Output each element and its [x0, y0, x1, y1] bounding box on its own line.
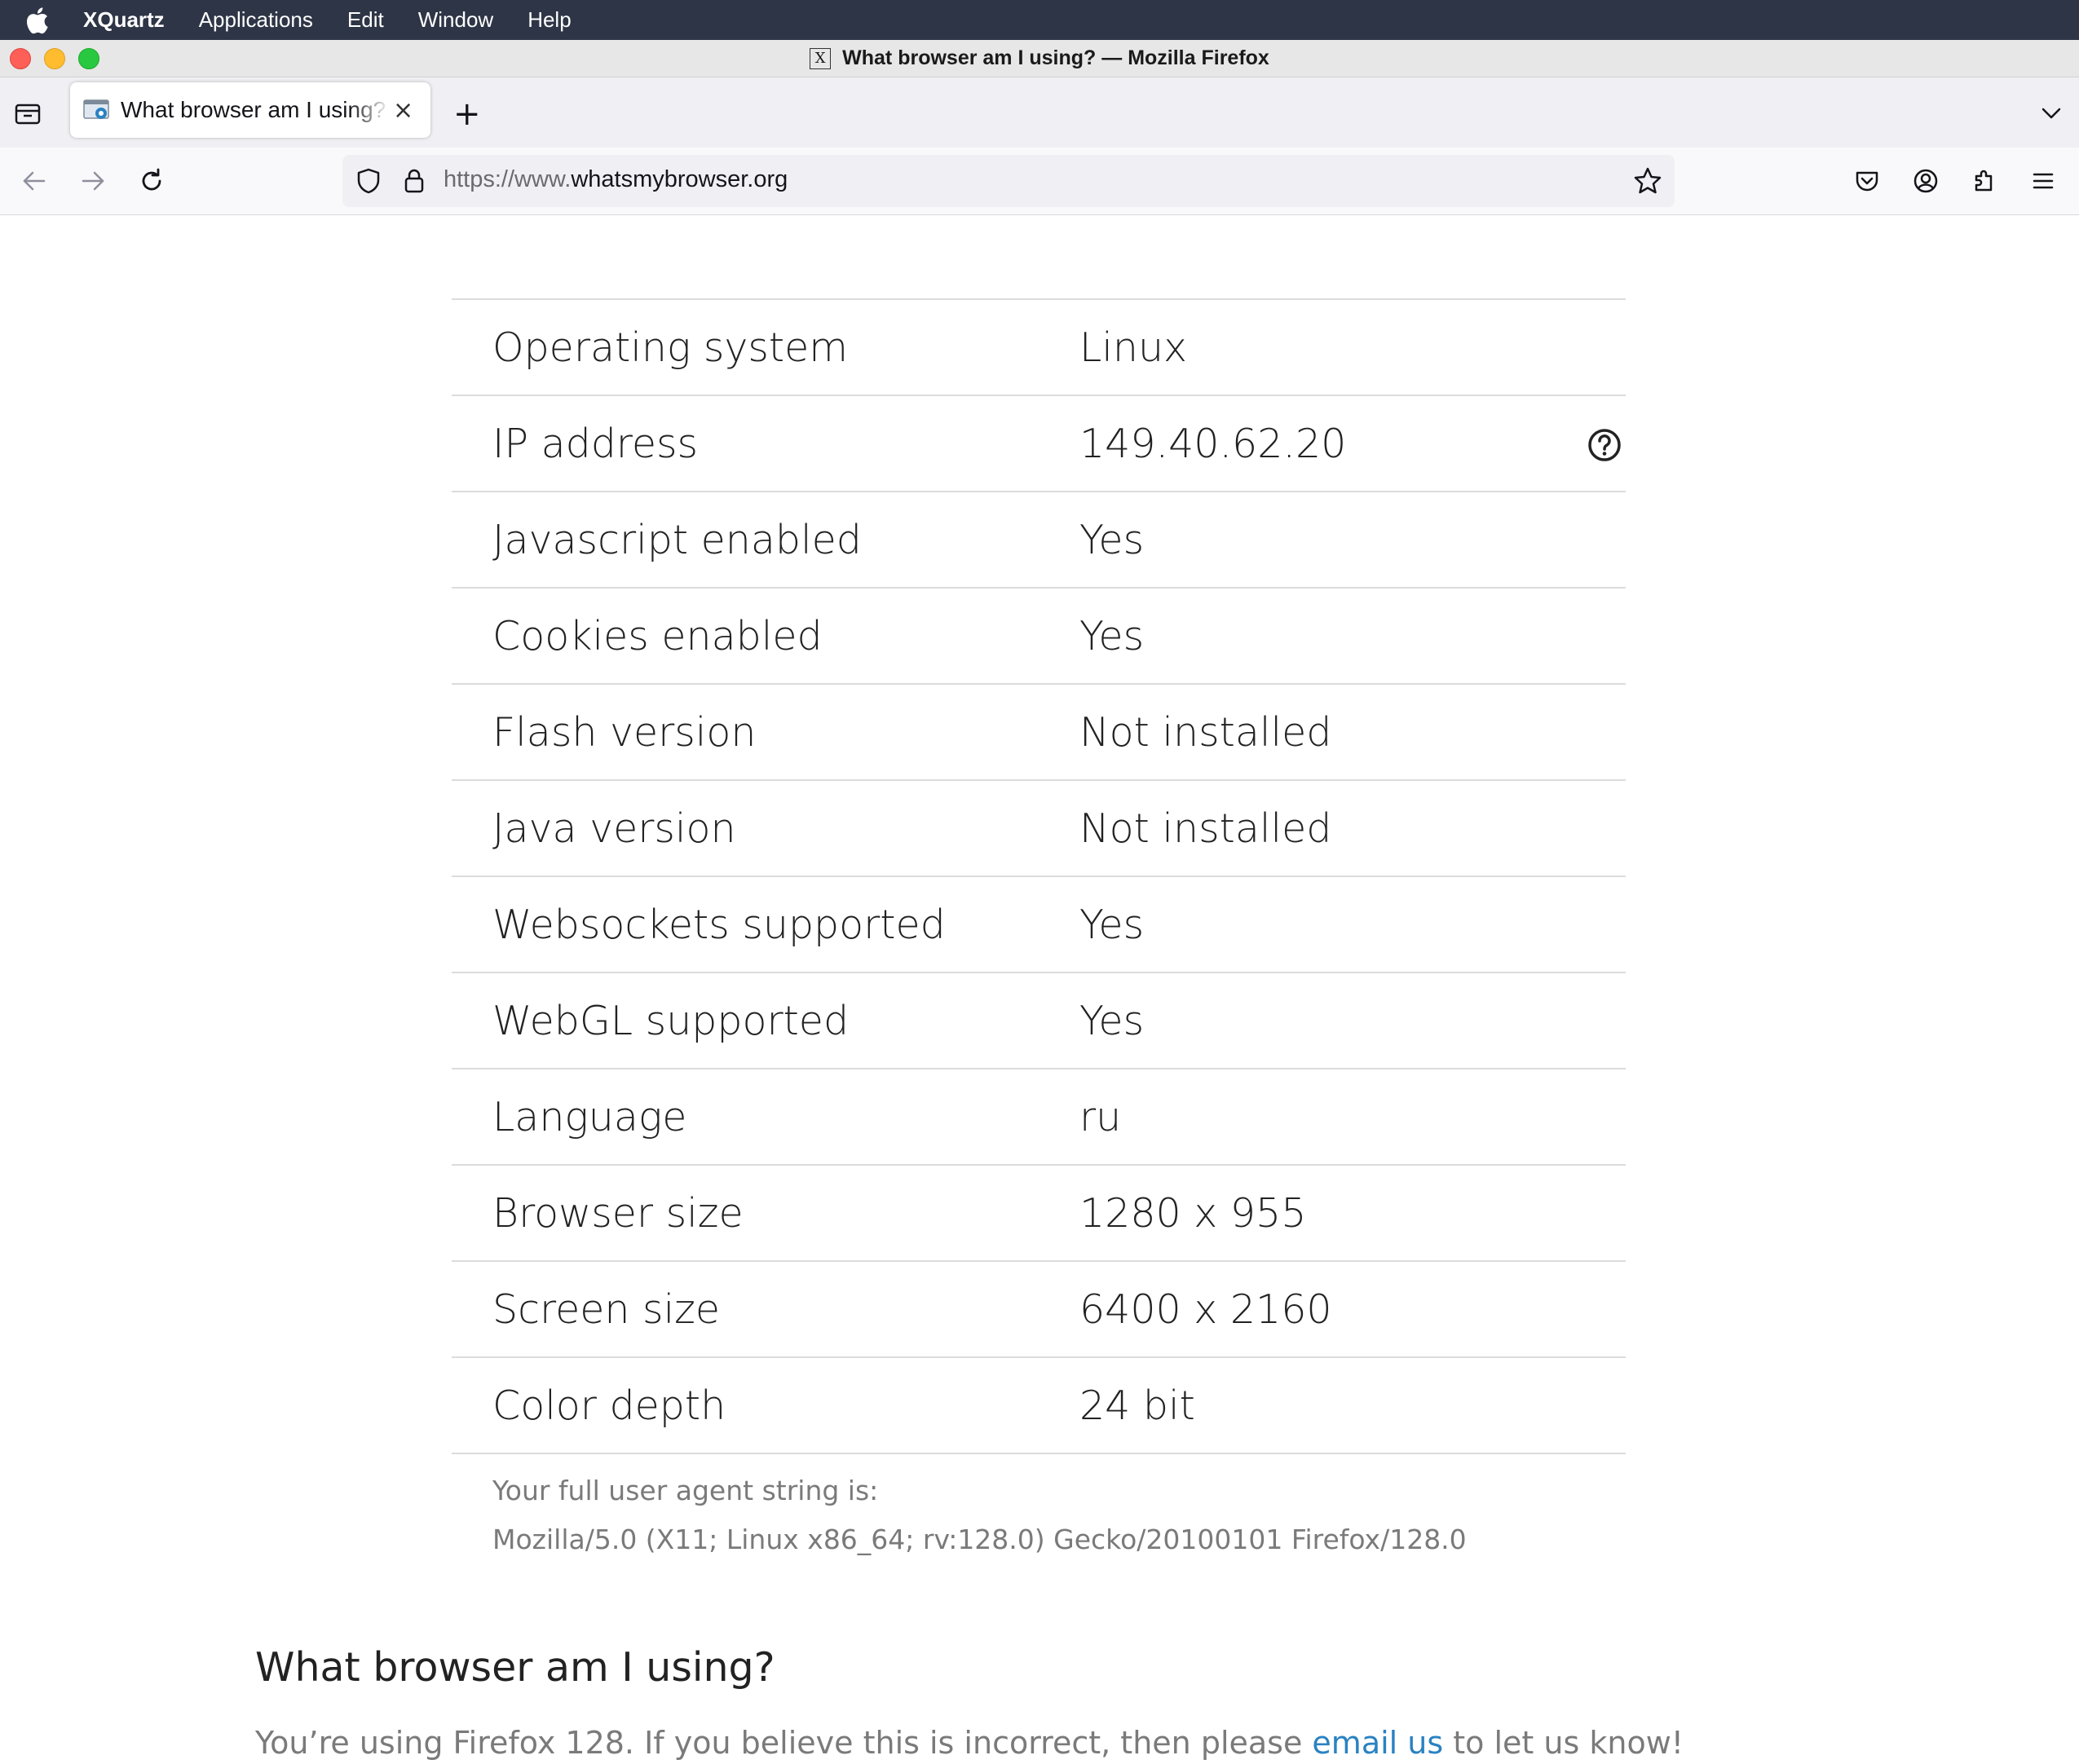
x11-app-icon: X [810, 47, 832, 69]
row-label: Java version [492, 805, 736, 852]
row-value: ru [1079, 1094, 1122, 1140]
table-row: Cookies enabled Yes [452, 589, 1626, 685]
table-row: Operating system Linux [452, 300, 1626, 396]
email-us-link[interactable]: email us [1312, 1725, 1443, 1761]
pocket-icon[interactable] [1851, 165, 1883, 197]
maximize-window-button[interactable] [78, 48, 99, 69]
table-row: Language ru [452, 1069, 1626, 1166]
row-label: Websockets supported [492, 902, 946, 948]
row-label: Cookies enabled [492, 613, 823, 659]
navigation-toolbar: https://www.whatsmybrowser.org [0, 148, 2079, 215]
table-row: Flash version Not installed [452, 685, 1626, 781]
question-help-icon[interactable] [1587, 427, 1622, 463]
menu-window[interactable]: Window [418, 7, 493, 33]
window-title-bar: X What browser am I using? — Mozilla Fir… [0, 40, 2079, 77]
menu-applications[interactable]: Applications [199, 7, 313, 33]
row-value: 149.40.62.20 [1079, 421, 1347, 467]
row-label: Language [492, 1094, 687, 1140]
tracking-protection-shield-icon[interactable] [354, 166, 383, 196]
row-label: Javascript enabled [492, 517, 862, 563]
row-value: 6400 x 2160 [1079, 1286, 1332, 1333]
menu-help[interactable]: Help [527, 7, 571, 33]
paragraph-text-before: You’re using Firefox 128. If you believe… [255, 1725, 1313, 1761]
back-arrow-icon[interactable] [18, 165, 51, 197]
url-domain: whatsmybrowser.org [571, 166, 788, 192]
row-value: Linux [1079, 324, 1188, 371]
url-text[interactable]: https://www.whatsmybrowser.org [444, 166, 788, 193]
table-row: Java version Not installed [452, 781, 1626, 877]
row-value: Yes [1079, 998, 1145, 1044]
paragraph-text-after: to let us know! [1443, 1725, 1684, 1761]
row-label: IP address [492, 421, 699, 467]
row-label: Operating system [492, 324, 848, 371]
address-bar[interactable]: https://www.whatsmybrowser.org [342, 155, 1675, 207]
window-controls [10, 48, 99, 69]
user-agent-string: Mozilla/5.0 (X11; Linux x86_64; rv:128.0… [492, 1524, 1467, 1555]
row-value: Yes [1079, 902, 1145, 948]
row-value: Not installed [1079, 709, 1332, 756]
tab-whats-my-browser[interactable]: What browser am I using? × [70, 82, 430, 138]
table-row: Javascript enabled Yes [452, 492, 1626, 589]
apple-logo-icon[interactable] [24, 4, 57, 37]
minimize-window-button[interactable] [44, 48, 65, 69]
row-value: 1280 x 955 [1079, 1190, 1307, 1237]
tab-title: What browser am I using? [121, 97, 386, 122]
extensions-puzzle-icon[interactable] [1968, 165, 2001, 197]
reload-icon[interactable] [135, 165, 168, 197]
row-label: Screen size [492, 1286, 721, 1333]
window-title: What browser am I using? — Mozilla Firef… [842, 46, 1269, 69]
firefox-view-icon[interactable] [13, 99, 42, 128]
forward-arrow-icon[interactable] [77, 165, 109, 197]
hamburger-menu-icon[interactable] [2027, 165, 2059, 197]
site-favicon-icon [83, 99, 109, 119]
table-row: Browser size 1280 x 955 [452, 1166, 1626, 1262]
section-heading: What browser am I using? [255, 1644, 775, 1691]
account-avatar-icon[interactable] [1909, 165, 1942, 197]
table-row: Screen size 6400 x 2160 [452, 1262, 1626, 1358]
table-row: Websockets supported Yes [452, 877, 1626, 973]
table-row: IP address 149.40.62.20 [452, 396, 1626, 492]
list-all-tabs-chevron-down-icon[interactable] [2038, 100, 2064, 126]
row-label: Browser size [492, 1190, 744, 1237]
row-label: Color depth [492, 1383, 726, 1429]
bookmark-star-icon[interactable] [1632, 165, 1663, 196]
row-value: 24 bit [1079, 1383, 1195, 1429]
row-value: Yes [1079, 517, 1145, 563]
menu-app-name[interactable]: XQuartz [83, 7, 165, 33]
row-label: Flash version [492, 709, 757, 756]
section-paragraph: You’re using Firefox 128. If you believe… [255, 1725, 1684, 1761]
lock-icon[interactable] [399, 166, 429, 196]
row-value: Not installed [1079, 805, 1332, 852]
close-window-button[interactable] [10, 48, 31, 69]
user-agent-label: Your full user agent string is: [492, 1475, 879, 1506]
new-tab-button[interactable]: + [453, 95, 481, 133]
url-prefix: https://www. [444, 166, 572, 192]
menu-edit[interactable]: Edit [347, 7, 384, 33]
table-row: Color depth 24 bit [452, 1358, 1626, 1454]
page-content: Operating system Linux IP address 149.40… [0, 215, 2079, 1764]
row-label: WebGL supported [492, 998, 850, 1044]
user-agent-block: Your full user agent string is: Mozilla/… [492, 1466, 1467, 1564]
row-value: Yes [1079, 613, 1145, 659]
browser-info-table: Operating system Linux IP address 149.40… [452, 298, 1626, 1454]
macos-menu-bar: XQuartz Applications Edit Window Help [0, 0, 2079, 40]
table-row: WebGL supported Yes [452, 973, 1626, 1069]
tab-close-icon[interactable]: × [393, 96, 413, 125]
tab-strip: What browser am I using? × + [0, 77, 2079, 148]
